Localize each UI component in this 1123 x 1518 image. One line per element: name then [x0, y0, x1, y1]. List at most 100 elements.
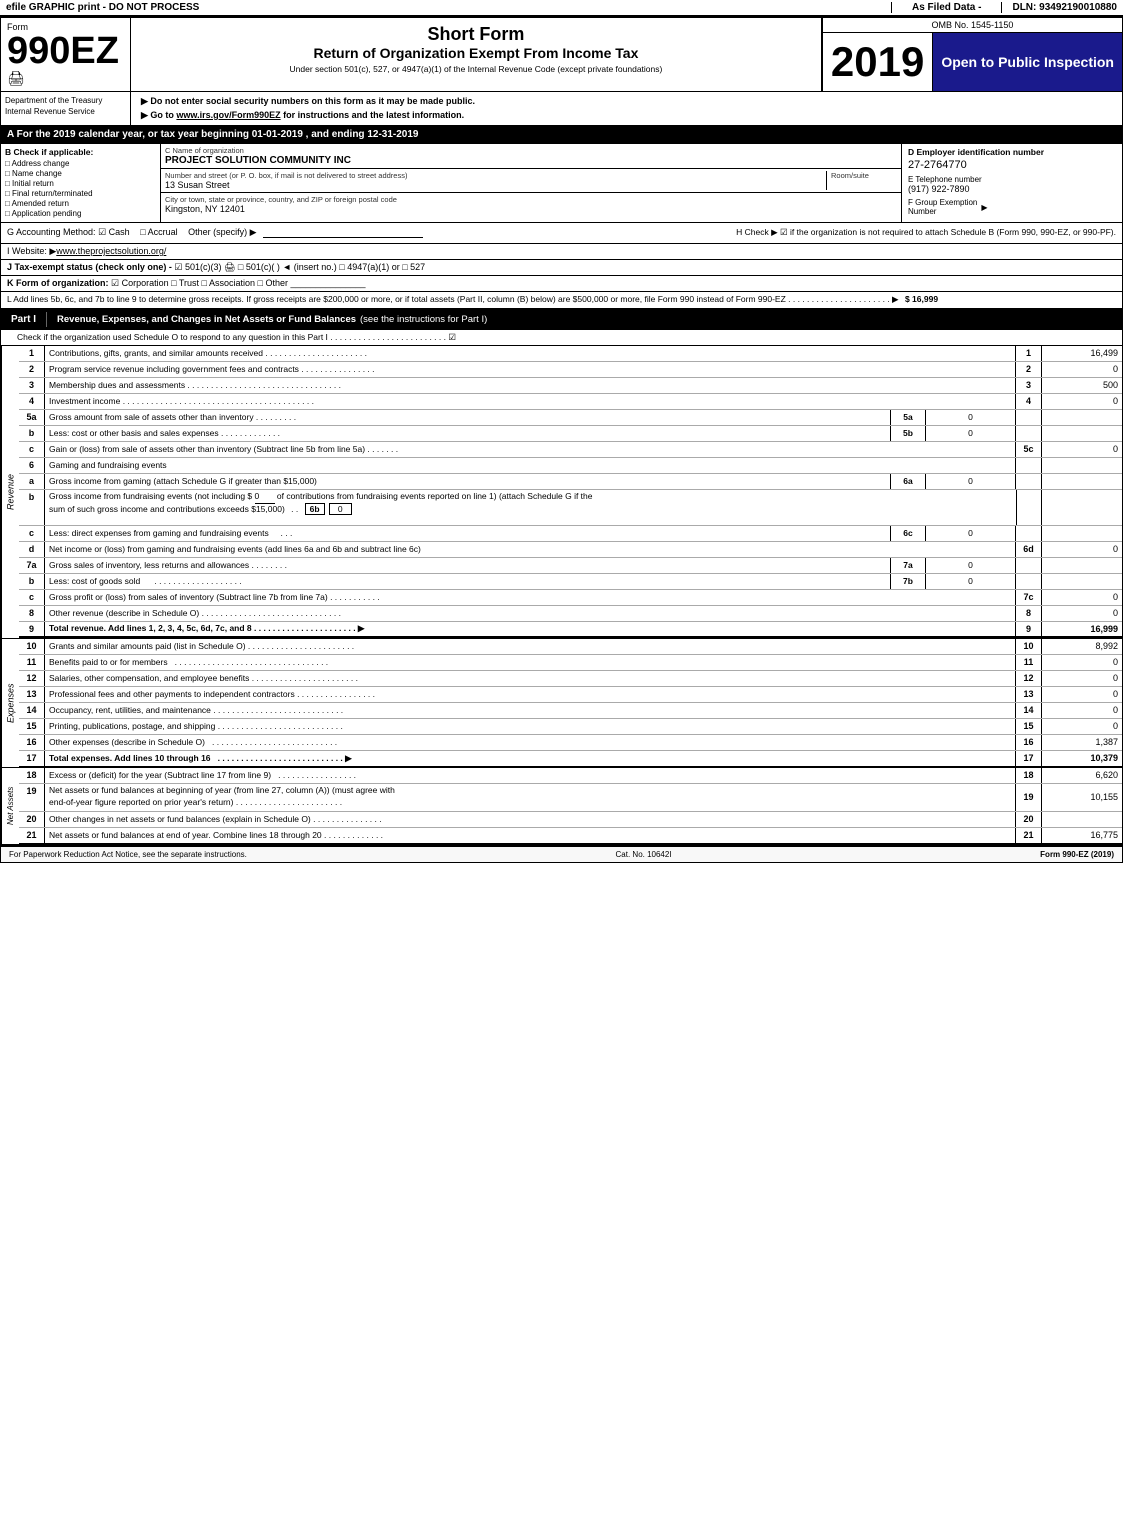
- check-h-section: H Check ▶ ☑ if the organization is not r…: [736, 227, 1116, 239]
- footer-right: Form 990-EZ (2019): [1040, 850, 1114, 859]
- line-16-num: 16: [19, 735, 45, 750]
- line-7b-field-value: 0: [926, 574, 1016, 589]
- line-6c-num: c: [19, 526, 45, 541]
- line-19-num: 19: [19, 784, 45, 811]
- check-address: □ Address change: [5, 159, 156, 168]
- line-9-row: 9 Total revenue. Add lines 1, 2, 3, 4, 5…: [19, 622, 1122, 638]
- line-1-row: 1 Contributions, gifts, grants, and simi…: [19, 346, 1122, 362]
- line-2-desc: Program service revenue including govern…: [45, 362, 1016, 377]
- line-7c-amount: 0: [1042, 590, 1122, 605]
- website-row: I Website: ▶www.theprojectsolution.org/: [1, 244, 1122, 260]
- line-17-num: 17: [19, 751, 45, 766]
- phone-value: (917) 922-7890: [908, 184, 1116, 194]
- instruction-line-2: ▶ Go to www.irs.gov/Form990EZ for instru…: [141, 110, 1112, 121]
- line-3-amount: 500: [1042, 378, 1122, 393]
- line-6b-amount: [1042, 490, 1122, 525]
- dept-text: Department of the TreasuryInternal Reven…: [5, 96, 102, 116]
- line-19-desc: Net assets or fund balances at beginning…: [45, 784, 1016, 811]
- line-7c-row: c Gross profit or (loss) from sales of i…: [19, 590, 1122, 606]
- net-assets-label: Net Assets: [1, 768, 19, 844]
- line-8-num: 8: [19, 606, 45, 621]
- line-6-ref: [1016, 458, 1042, 473]
- line-7b-ref: [1016, 574, 1042, 589]
- line-10-row: 10 Grants and similar amounts paid (list…: [19, 639, 1122, 655]
- line-17-desc: Total expenses. Add lines 10 through 16 …: [45, 751, 1016, 766]
- line-7a-ref: [1016, 558, 1042, 573]
- line-15-amount: 0: [1042, 719, 1122, 734]
- line-2-row: 2 Program service revenue including gove…: [19, 362, 1122, 378]
- underline-field: [263, 227, 423, 238]
- line-9-amount: 16,999: [1042, 622, 1122, 636]
- line-1-amount: 16,499: [1042, 346, 1122, 361]
- line-1-num: 1: [19, 346, 45, 361]
- accounting-section: G Accounting Method: ☑ Cash □ Accrual Ot…: [7, 227, 736, 238]
- line-13-ref: 13: [1016, 687, 1042, 702]
- line-9-num: 9: [19, 622, 45, 636]
- form-number-box: Form 990EZ 🖨: [1, 18, 131, 91]
- check-applicable-section: B Check if applicable: □ Address change …: [1, 144, 161, 222]
- line-3-row: 3 Membership dues and assessments . . . …: [19, 378, 1122, 394]
- line-1-ref: 1: [1016, 346, 1042, 361]
- footer: For Paperwork Reduction Act Notice, see …: [1, 846, 1122, 862]
- expenses-label: Expenses: [1, 639, 19, 767]
- top-bar-right: DLN: 93492190010880: [1002, 2, 1117, 13]
- line-14-row: 14 Occupancy, rent, utilities, and maint…: [19, 703, 1122, 719]
- line-5b-ref: [1016, 426, 1042, 441]
- line-13-amount: 0: [1042, 687, 1122, 702]
- line-20-amount: [1042, 812, 1122, 827]
- form-title: Short Form: [135, 24, 817, 45]
- line-21-desc: Net assets or fund balances at end of ye…: [45, 828, 1016, 843]
- line-7c-ref: 7c: [1016, 590, 1042, 605]
- line-5c-ref: 5c: [1016, 442, 1042, 457]
- line-2-num: 2: [19, 362, 45, 377]
- line-6a-amount: [1042, 474, 1122, 489]
- open-to-public: Open to Public Inspection: [933, 33, 1122, 91]
- line-7a-num: 7a: [19, 558, 45, 573]
- line-6b-num: b: [19, 490, 45, 525]
- line-17-amount: 10,379: [1042, 751, 1122, 766]
- line-4-desc: Investment income . . . . . . . . . . . …: [45, 394, 1016, 409]
- line-5c-amount: 0: [1042, 442, 1122, 457]
- year-number: 2019: [823, 33, 933, 91]
- revenue-label: Revenue: [1, 346, 19, 638]
- line-7a-field-value: 0: [926, 558, 1016, 573]
- line-6-num: 6: [19, 458, 45, 473]
- line-18-row: 18 Excess or (deficit) for the year (Sub…: [19, 768, 1122, 784]
- line-4-row: 4 Investment income . . . . . . . . . . …: [19, 394, 1122, 410]
- line-6c-row: c Less: direct expenses from gaming and …: [19, 526, 1122, 542]
- line-5b-field-value: 0: [926, 426, 1016, 441]
- check-pending: □ Application pending: [5, 209, 156, 218]
- ein-value: 27-2764770: [908, 159, 1116, 171]
- other-text: Other (specify) ▶: [188, 227, 256, 237]
- line-11-desc: Benefits paid to or for members . . . . …: [45, 655, 1016, 670]
- line-12-num: 12: [19, 671, 45, 686]
- line-15-row: 15 Printing, publications, postage, and …: [19, 719, 1122, 735]
- dept-box: Department of the TreasuryInternal Reven…: [1, 92, 131, 125]
- line-15-ref: 15: [1016, 719, 1042, 734]
- line-15-desc: Printing, publications, postage, and shi…: [45, 719, 1016, 734]
- line-19-ref: 19: [1016, 784, 1042, 811]
- add-lines-text: L Add lines 5b, 6c, and 7b to line 9 to …: [7, 294, 899, 304]
- line-7a-amount: [1042, 558, 1122, 573]
- check-applicable-label: B Check if applicable:: [5, 147, 156, 157]
- line-8-amount: 0: [1042, 606, 1122, 621]
- line-7b-amount: [1042, 574, 1122, 589]
- tax-exempt-label: J Tax-exempt status (check only one) -: [7, 262, 172, 272]
- form-number: 990EZ: [7, 32, 124, 70]
- accounting-label: G Accounting Method:: [7, 227, 96, 237]
- org-city-label: City or town, state or province, country…: [165, 195, 897, 204]
- line-7a-field-label: 7a: [890, 558, 926, 573]
- line-5c-row: c Gain or (loss) from sale of assets oth…: [19, 442, 1122, 458]
- add-lines-amount: $ 16,999: [905, 294, 938, 304]
- form-under-text: Under section 501(c), 527, or 4947(a)(1)…: [135, 64, 817, 74]
- line-18-ref: 18: [1016, 768, 1042, 783]
- line-6c-field-label: 6c: [890, 526, 926, 541]
- line-11-ref: 11: [1016, 655, 1042, 670]
- line-5c-num: c: [19, 442, 45, 457]
- schedule-check-row: Check if the organization used Schedule …: [1, 330, 1122, 346]
- line-14-amount: 0: [1042, 703, 1122, 718]
- line-4-num: 4: [19, 394, 45, 409]
- line-5b-num: b: [19, 426, 45, 441]
- top-bar-center: As Filed Data -: [891, 2, 1002, 13]
- line-6a-field-value: 0: [926, 474, 1016, 489]
